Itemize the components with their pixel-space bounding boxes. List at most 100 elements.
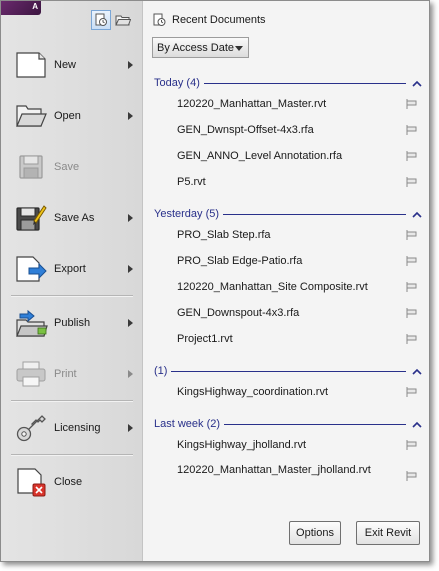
command-divider — [11, 295, 133, 296]
pin-icon[interactable] — [405, 124, 419, 136]
save-as-label: Save As — [54, 211, 95, 224]
sort-dropdown-value: By Access Date — [157, 41, 235, 54]
pin-icon[interactable] — [405, 333, 419, 345]
document-name: GEN_Downspout-4x3.rfa — [177, 307, 300, 319]
group-header-today: Today (4) — [154, 76, 424, 90]
recent-documents-header: Recent Documents — [153, 13, 266, 27]
pin-icon[interactable] — [405, 281, 419, 293]
export-icon — [14, 252, 48, 286]
recent-documents-toggle-button[interactable] — [91, 10, 111, 30]
pin-icon[interactable] — [405, 386, 419, 398]
app-logo[interactable]: A — [1, 1, 41, 15]
collapse-group-button[interactable] — [410, 365, 424, 377]
view-toggle — [91, 10, 133, 30]
pin-icon[interactable] — [405, 439, 419, 451]
recent-documents-icon — [95, 13, 107, 26]
recent-documents-title: Recent Documents — [172, 14, 266, 26]
new-label: New — [54, 58, 77, 71]
close-button[interactable]: Close — [1, 456, 143, 507]
document-name: KingsHighway_jholland.rvt — [177, 439, 307, 451]
command-divider — [11, 400, 133, 401]
chevron-down-icon — [235, 46, 243, 51]
document-name: GEN_ANNO_Level Annotation.rfa — [177, 150, 343, 162]
list-item[interactable]: PRO_Slab Edge-Patio.rfa — [177, 255, 425, 268]
group-divider — [223, 213, 406, 215]
print-submenu-arrow-icon — [128, 369, 133, 378]
document-name: KingsHighway_coordination.rvt — [177, 386, 329, 398]
list-item[interactable]: Project1.rvt — [177, 333, 425, 346]
command-list: New Open Save Save As Export Publish Pri… — [1, 39, 143, 507]
document-name: GEN_Dwnspt-Offset-4x3.rfa — [177, 124, 314, 136]
print-label: Print — [54, 367, 77, 380]
open-documents-toggle-button[interactable] — [113, 10, 133, 30]
pin-icon[interactable] — [405, 470, 419, 482]
chevron-up-icon — [412, 368, 422, 375]
list-item[interactable]: KingsHighway_coordination.rvt — [177, 386, 425, 399]
list-item[interactable]: 120220_Manhattan_Master.rvt — [177, 98, 425, 111]
recent-documents-icon — [153, 13, 166, 26]
print-button[interactable]: Print — [1, 348, 143, 399]
chevron-up-icon — [412, 211, 422, 218]
save-label: Save — [54, 160, 80, 173]
key-icon — [14, 411, 48, 445]
list-item[interactable]: P5.rvt — [177, 176, 425, 189]
collapse-group-button[interactable] — [410, 418, 424, 430]
pin-icon[interactable] — [405, 255, 419, 267]
pin-icon[interactable] — [405, 229, 419, 241]
publish-icon — [14, 306, 48, 340]
publish-label: Publish — [54, 316, 91, 329]
new-submenu-arrow-icon — [128, 60, 133, 69]
group-title: Yesterday (5) — [154, 208, 220, 220]
group-title: (1) — [154, 365, 168, 377]
document-name: P5.rvt — [177, 176, 206, 188]
new-button[interactable]: New — [1, 39, 143, 90]
command-panel: A New Open Save Save As Export Publish P… — [1, 1, 143, 561]
export-button[interactable]: Export — [1, 243, 143, 294]
licensing-button[interactable]: Licensing — [1, 402, 143, 453]
open-button[interactable]: Open — [1, 90, 143, 141]
list-item[interactable]: 120220_Manhattan_Master_jholland.rvt — [177, 464, 425, 481]
group-header-yesterday: Yesterday (5) — [154, 207, 424, 221]
save-disk-icon — [14, 150, 48, 184]
publish-submenu-arrow-icon — [128, 318, 133, 327]
list-item[interactable]: PRO_Slab Step.rfa — [177, 229, 425, 242]
group-header-last-week: Last week (2) — [154, 417, 424, 431]
application-menu: A New Open Save Save As Export Publish P… — [0, 0, 430, 562]
document-name: Project1.rvt — [177, 333, 233, 345]
publish-button[interactable]: Publish — [1, 297, 143, 348]
document-name: 120220_Manhattan_Master.rvt — [177, 98, 327, 110]
collapse-group-button[interactable] — [410, 208, 424, 220]
collapse-group-button[interactable] — [410, 77, 424, 89]
save-button[interactable]: Save — [1, 141, 143, 192]
pin-icon[interactable] — [405, 150, 419, 162]
save-as-button[interactable]: Save As — [1, 192, 143, 243]
list-item[interactable]: GEN_ANNO_Level Annotation.rfa — [177, 150, 425, 163]
list-item[interactable]: GEN_Dwnspt-Offset-4x3.rfa — [177, 124, 425, 137]
list-item[interactable]: GEN_Downspout-4x3.rfa — [177, 307, 425, 320]
export-submenu-arrow-icon — [128, 264, 133, 273]
chevron-up-icon — [412, 421, 422, 428]
exit-revit-button[interactable]: Exit Revit — [356, 521, 420, 545]
printer-icon — [14, 357, 48, 391]
open-submenu-arrow-icon — [128, 111, 133, 120]
pin-icon[interactable] — [405, 307, 419, 319]
open-documents-icon — [115, 15, 131, 26]
sort-dropdown[interactable]: By Access Date — [152, 37, 249, 58]
group-title: Last week (2) — [154, 418, 221, 430]
list-item[interactable]: 120220_Manhattan_Site Composite.rvt — [177, 281, 425, 294]
pin-icon[interactable] — [405, 176, 419, 188]
open-label: Open — [54, 109, 81, 122]
close-label: Close — [54, 475, 83, 488]
document-name: PRO_Slab Edge-Patio.rfa — [177, 255, 303, 267]
command-divider — [11, 454, 133, 455]
close-document-icon — [14, 465, 48, 499]
document-name: 120220_Manhattan_Master_jholland.rvt — [177, 464, 371, 476]
chevron-up-icon — [412, 80, 422, 87]
list-item[interactable]: KingsHighway_jholland.rvt — [177, 439, 425, 452]
licensing-label: Licensing — [54, 421, 101, 434]
new-document-icon — [14, 48, 48, 82]
app-logo-letter: A — [32, 2, 38, 11]
options-button[interactable]: Options — [289, 521, 341, 545]
pin-icon[interactable] — [405, 98, 419, 110]
group-title: Today (4) — [154, 77, 200, 89]
